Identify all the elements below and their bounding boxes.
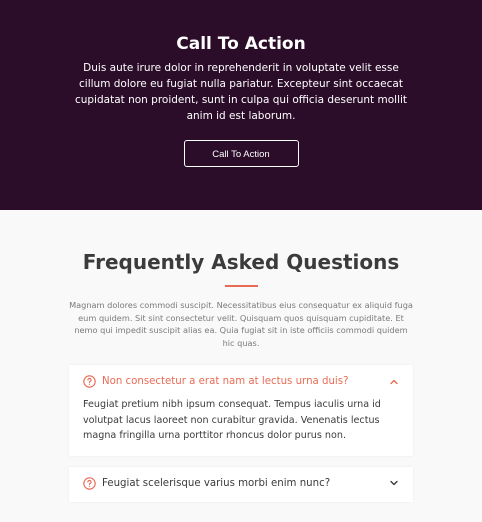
question-circle-icon: [83, 476, 96, 490]
faq-question: Feugiat scelerisque varius morbi enim nu…: [102, 477, 331, 489]
call-to-action-button[interactable]: Call To Action: [183, 140, 299, 167]
faq-list: Non consectetur a erat nam at lectus urn…: [69, 365, 413, 502]
faq-intro: Magnam dolores commodi suscipit. Necessi…: [69, 300, 413, 348]
faq-question-toggle[interactable]: Non consectetur a erat nam at lectus urn…: [83, 375, 399, 388]
faq-item: Non consectetur a erat nam at lectus urn…: [69, 365, 413, 456]
chevron-up-icon[interactable]: [389, 377, 399, 387]
question-circle-icon: [83, 375, 96, 388]
faq-question: Non consectetur a erat nam at lectus urn…: [102, 376, 349, 387]
title-divider: [224, 285, 258, 287]
faq-answer: Feugiat pretium nibh ipsum consequat. Te…: [83, 399, 381, 441]
faq-item: Feugiat scelerisque varius morbi enim nu…: [69, 466, 413, 502]
faq-title: Frequently Asked Questions: [82, 250, 400, 274]
faq-section: Frequently Asked Questions Magnam dolore…: [0, 210, 482, 502]
cta-title: Call To Action: [176, 34, 306, 54]
chevron-down-icon[interactable]: [389, 478, 399, 488]
faq-question-toggle[interactable]: Feugiat scelerisque varius morbi enim nu…: [83, 476, 399, 490]
call-to-action-section: Call To Action Duis aute irure dolor in …: [0, 0, 482, 210]
cta-text: Duis aute irure dolor in reprehenderit i…: [74, 62, 408, 122]
